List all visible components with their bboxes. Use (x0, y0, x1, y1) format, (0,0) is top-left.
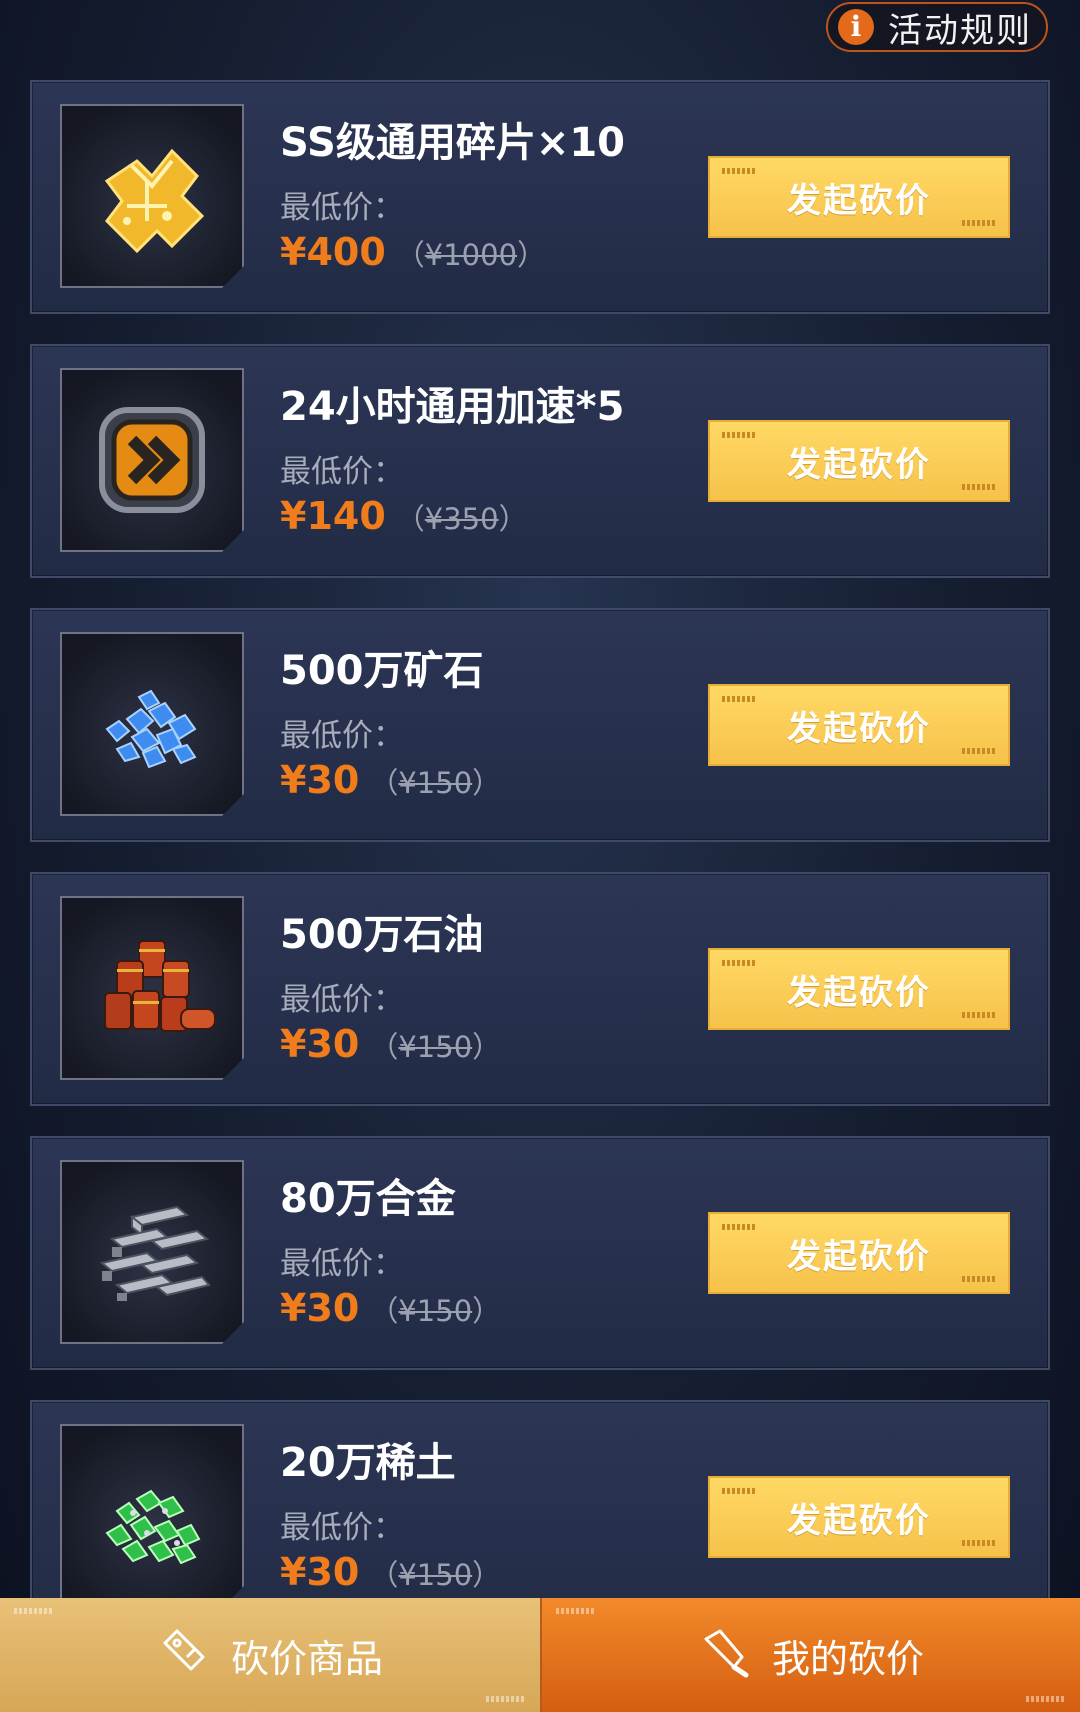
oil-barrels-icon (60, 896, 244, 1080)
rules-label: 活动规则 (888, 10, 1032, 51)
product-title: 500万石油 (280, 912, 484, 958)
min-price: ¥400 (280, 230, 386, 274)
product-card: 500万矿石 最低价： ¥30 （¥150） 发起砍价 (30, 608, 1050, 842)
gold-puzzle-fragment-icon (60, 104, 244, 288)
min-price-label: 最低价： (280, 190, 404, 226)
original-price: （¥150） (369, 1030, 502, 1064)
price-row: ¥140 （¥350） (280, 494, 528, 538)
original-price: （¥150） (369, 1558, 502, 1592)
product-title: 80万合金 (280, 1176, 456, 1222)
original-price: （¥350） (395, 502, 528, 536)
price-row: ¥30 （¥150） (280, 1286, 501, 1330)
original-price: （¥150） (369, 1294, 502, 1328)
product-card: 24小时通用加速*5 最低价： ¥140 （¥350） 发起砍价 (30, 344, 1050, 578)
start-bargain-button[interactable]: 发起砍价 (708, 420, 1010, 502)
min-price-label: 最低价： (280, 454, 404, 490)
tab-bargain-goods[interactable]: 砍价商品 (0, 1598, 540, 1712)
rules-button[interactable]: i 活动规则 (826, 2, 1048, 52)
min-price: ¥30 (280, 758, 360, 802)
start-bargain-button[interactable]: 发起砍价 (708, 684, 1010, 766)
original-price: （¥1000） (395, 238, 547, 272)
product-title: 20万稀土 (280, 1440, 456, 1486)
product-title: 500万矿石 (280, 648, 484, 694)
bottom-tab-bar: 砍价商品 我的砍价 (0, 1598, 1080, 1712)
start-bargain-button[interactable]: 发起砍价 (708, 948, 1010, 1030)
tab-my-bargain[interactable]: 我的砍价 (540, 1598, 1080, 1712)
price-tag-icon (157, 1623, 231, 1688)
speedup-chevron-icon (60, 368, 244, 552)
min-price-label: 最低价： (280, 1246, 404, 1282)
min-price: ¥30 (280, 1286, 360, 1330)
green-rare-earth-icon (60, 1424, 244, 1608)
min-price: ¥140 (280, 494, 386, 538)
original-price: （¥150） (369, 766, 502, 800)
start-bargain-button[interactable]: 发起砍价 (708, 1476, 1010, 1558)
min-price-label: 最低价： (280, 1510, 404, 1546)
start-bargain-button[interactable]: 发起砍价 (708, 156, 1010, 238)
start-bargain-button[interactable]: 发起砍价 (708, 1212, 1010, 1294)
min-price-label: 最低价： (280, 982, 404, 1018)
product-title: 24小时通用加速*5 (280, 384, 625, 430)
min-price: ¥30 (280, 1550, 360, 1594)
product-card: 500万石油 最低价： ¥30 （¥150） 发起砍价 (30, 872, 1050, 1106)
product-title: SS级通用碎片×10 (280, 120, 625, 166)
product-card: SS级通用碎片×10 最低价： ¥400 （¥1000） 发起砍价 (30, 80, 1050, 314)
price-row: ¥30 （¥150） (280, 1550, 501, 1594)
blue-ore-icon (60, 632, 244, 816)
price-row: ¥30 （¥150） (280, 758, 501, 802)
min-price-label: 最低价： (280, 718, 404, 754)
product-card: 80万合金 最低价： ¥30 （¥150） 发起砍价 (30, 1136, 1050, 1370)
price-row: ¥400 （¥1000） (280, 230, 546, 274)
alloy-ingots-icon (60, 1160, 244, 1344)
price-row: ¥30 （¥150） (280, 1022, 501, 1066)
min-price: ¥30 (280, 1022, 360, 1066)
tab-bargain-goods-label: 砍价商品 (230, 1636, 383, 1681)
tab-my-bargain-label: 我的砍价 (771, 1636, 924, 1681)
cleaver-knife-icon (698, 1623, 772, 1688)
info-icon: i (838, 9, 874, 45)
